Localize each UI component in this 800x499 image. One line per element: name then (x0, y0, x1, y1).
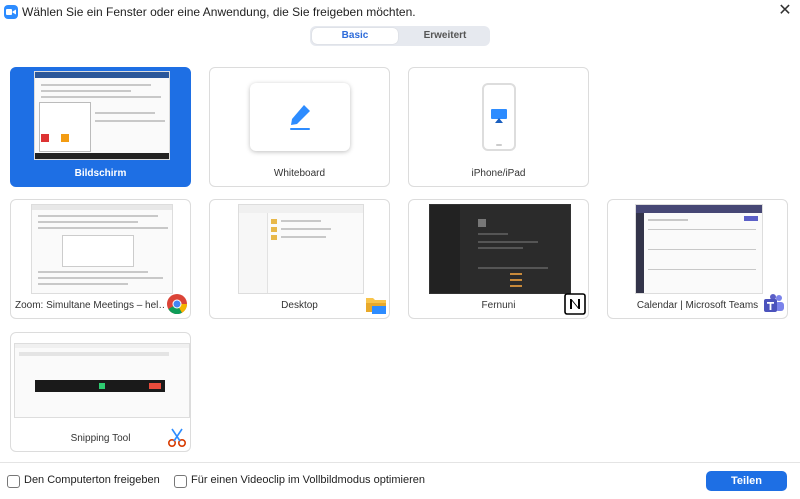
window-thumbnail (31, 204, 173, 294)
chrome-icon (167, 294, 188, 315)
share-option-snipping-tool[interactable]: Snipping Tool (10, 332, 191, 452)
snipping-tool-icon (167, 428, 187, 448)
zoom-camera-icon (4, 5, 18, 19)
card-label: iPhone/iPad (471, 168, 526, 179)
share-option-screen[interactable]: Bildschirm (10, 67, 191, 187)
whiteboard-preview (250, 83, 350, 151)
share-option-iphone-ipad[interactable]: iPhone/iPad (408, 67, 589, 187)
card-label: Desktop (281, 300, 318, 311)
computer-audio-checkbox[interactable] (7, 475, 20, 488)
computer-audio-label[interactable]: Den Computerton freigeben (24, 474, 160, 486)
window-thumbnail (635, 204, 763, 294)
tab-advanced[interactable]: Erweitert (402, 28, 488, 44)
card-label: Calendar | Microsoft Teams (636, 300, 759, 311)
tab-basic[interactable]: Basic (312, 28, 398, 44)
window-thumbnail (429, 204, 571, 294)
card-label: Bildschirm (74, 168, 127, 179)
phone-icon (482, 83, 516, 151)
share-option-whiteboard[interactable]: Whiteboard (209, 67, 390, 187)
video-optimize-checkbox[interactable] (174, 475, 187, 488)
video-optimize-label[interactable]: Für einen Videoclip im Vollbildmodus opt… (191, 474, 425, 486)
card-label: Fernuni (481, 300, 516, 311)
close-icon[interactable]: ✕ (776, 2, 794, 20)
screen-thumbnail (34, 71, 170, 160)
footer-bar: Den Computerton freigeben Für einen Vide… (0, 462, 800, 499)
title-bar: Wählen Sie ein Fenster oder eine Anwendu… (0, 0, 800, 24)
card-label: Zoom: Simultane Meetings – hel… (15, 300, 164, 311)
window-thumbnail (238, 204, 364, 294)
airplay-icon (491, 109, 507, 123)
share-option-chrome-window[interactable]: Zoom: Simultane Meetings – hel… (10, 199, 191, 319)
card-label: Snipping Tool (70, 433, 131, 444)
share-option-notion-window[interactable]: Fernuni (408, 199, 589, 319)
share-mode-tabs: Basic Erweitert (310, 26, 490, 46)
window-thumbnail (14, 343, 190, 418)
share-option-teams-window[interactable]: Calendar | Microsoft Teams (607, 199, 788, 319)
share-button[interactable]: Teilen (706, 471, 787, 491)
pen-icon (290, 105, 310, 130)
window-title: Wählen Sie ein Fenster oder eine Anwendu… (22, 5, 416, 19)
teams-icon (764, 294, 784, 312)
notion-icon (564, 293, 586, 315)
share-option-desktop[interactable]: Desktop (209, 199, 390, 319)
file-explorer-icon (366, 298, 386, 314)
card-label: Whiteboard (273, 168, 326, 179)
